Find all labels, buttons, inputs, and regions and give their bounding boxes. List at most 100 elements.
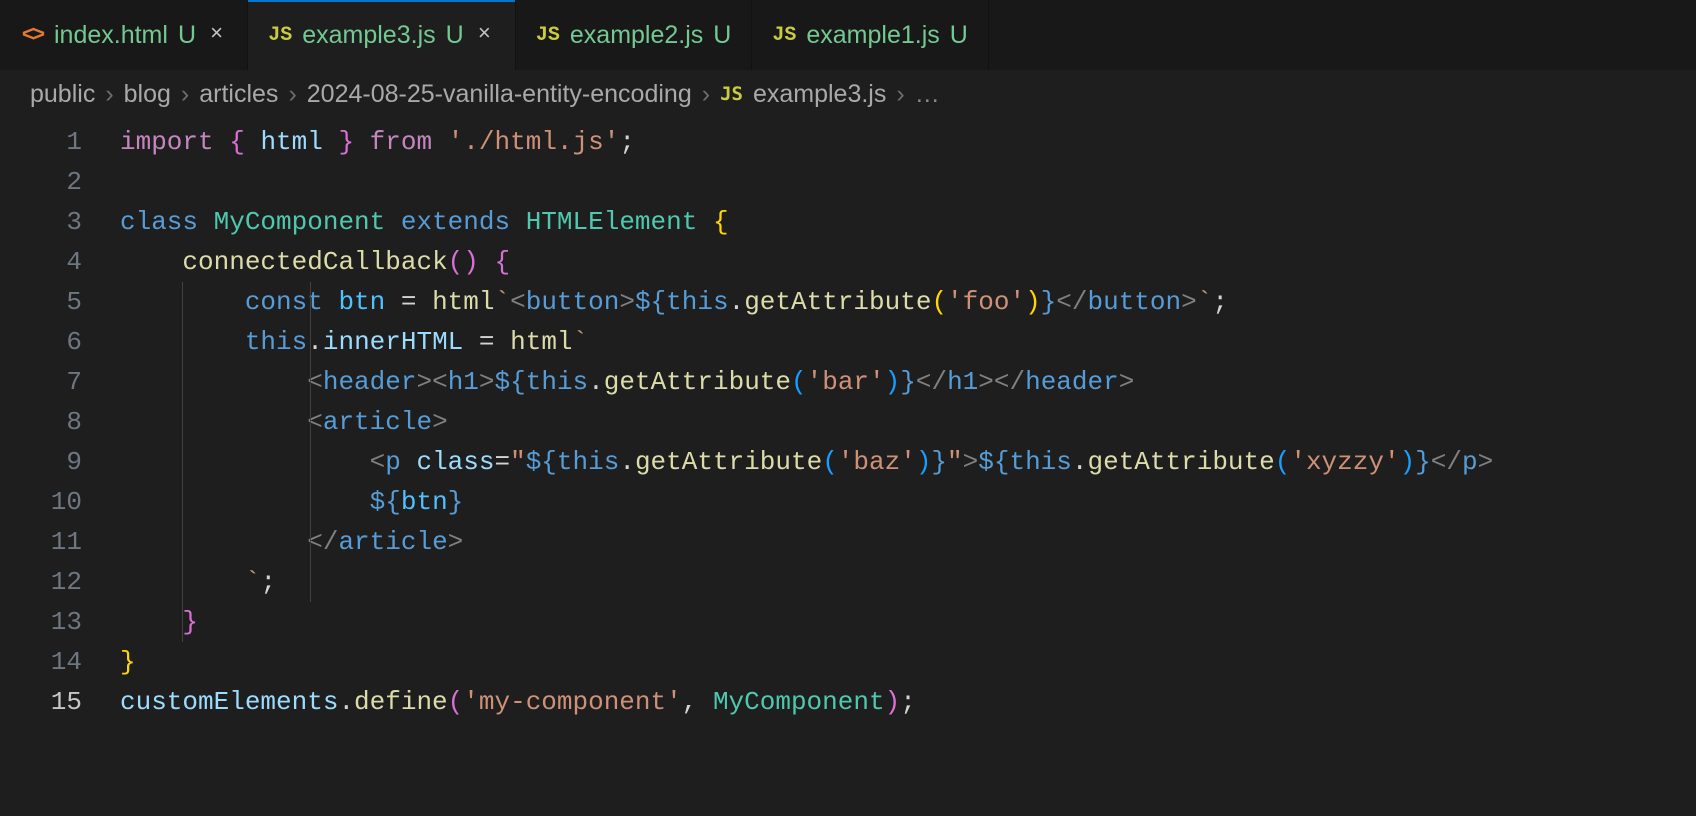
tab-index-html[interactable]: <>index.htmlU× (0, 0, 248, 70)
code-line[interactable]: const btn = html`<button>${this.getAttri… (120, 282, 1696, 322)
tab-example3-js[interactable]: JSexample3.jsU× (248, 0, 516, 70)
code-token: } (1415, 447, 1431, 477)
code-line[interactable]: class MyComponent extends HTMLElement { (120, 202, 1696, 242)
js-file-icon: JS (772, 24, 796, 47)
indent-guide (182, 522, 183, 562)
code-line[interactable]: } (120, 602, 1696, 642)
code-line[interactable]: this.innerHTML = html` (120, 322, 1696, 362)
code-line[interactable] (120, 162, 1696, 202)
tab-example2-js[interactable]: JSexample2.jsU (516, 0, 752, 70)
code-token: this (557, 447, 619, 477)
code-token: button (526, 287, 620, 317)
breadcrumb-segment[interactable]: articles (199, 80, 278, 109)
code-token (120, 487, 370, 517)
indent-guide (310, 402, 311, 442)
breadcrumb-segment[interactable]: public (30, 80, 95, 109)
code-token: ${ (495, 367, 526, 397)
code-token (120, 247, 182, 277)
tab-label: index.html (54, 21, 168, 50)
code-token: . (729, 287, 745, 317)
code-token: 'baz' (838, 447, 916, 477)
code-token: ` (495, 287, 511, 317)
code-token: getAttribute (635, 447, 822, 477)
code-line[interactable]: } (120, 642, 1696, 682)
breadcrumb: public › blog › articles › 2024-08-25-vanilla-… (0, 70, 1696, 118)
breadcrumb-segment[interactable]: blog (124, 80, 171, 109)
code-token: { (229, 127, 260, 157)
code-token (479, 247, 495, 277)
code-token: ) (885, 367, 901, 397)
line-number: 11 (0, 522, 82, 562)
breadcrumb-segment[interactable]: 2024-08-25-vanilla-entity-encoding (307, 80, 692, 109)
code-token: > (448, 527, 464, 557)
tab-example1-js[interactable]: JSexample1.jsU (752, 0, 988, 70)
code-token: () (448, 247, 479, 277)
code-token: html (260, 127, 322, 157)
code-token (120, 447, 370, 477)
code-token: ) (916, 447, 932, 477)
indent-guide (182, 442, 183, 482)
code-token: html (432, 287, 494, 317)
code-token: > (479, 367, 495, 397)
code-token: </ (916, 367, 947, 397)
code-token: header (1025, 367, 1119, 397)
code-token: import (120, 127, 229, 157)
code-line[interactable]: import { html } from './html.js'; (120, 122, 1696, 162)
code-line[interactable]: ${btn} (120, 482, 1696, 522)
code-token: customElements (120, 687, 338, 717)
breadcrumb-more[interactable]: … (915, 80, 940, 109)
indent-guide (182, 282, 183, 322)
close-icon[interactable]: × (474, 22, 495, 48)
code-token: html (510, 327, 572, 357)
code-token (120, 367, 307, 397)
code-token: } (182, 607, 198, 637)
code-token: ${ (370, 487, 401, 517)
indent-guide (182, 362, 183, 402)
code-token (697, 207, 713, 237)
code-token: >< (416, 367, 447, 397)
indent-guide (182, 602, 183, 642)
indent-guide (310, 562, 311, 602)
close-icon[interactable]: × (206, 22, 227, 48)
code-line[interactable]: <article> (120, 402, 1696, 442)
git-status-badge: U (713, 21, 731, 50)
code-editor[interactable]: 123456789101112131415 import { html } fr… (0, 118, 1696, 722)
line-number: 3 (0, 202, 82, 242)
code-token: > (619, 287, 635, 317)
code-line[interactable]: </article> (120, 522, 1696, 562)
breadcrumb-file[interactable]: example3.js (753, 80, 886, 109)
code-token: ( (448, 687, 464, 717)
code-token: getAttribute (744, 287, 931, 317)
code-line[interactable]: connectedCallback() { (120, 242, 1696, 282)
code-token: p (385, 447, 416, 477)
code-content[interactable]: import { html } from './html.js'; class M… (120, 122, 1696, 722)
tab-label: example1.js (806, 21, 939, 50)
indent-guide (182, 322, 183, 362)
code-token: ; (1212, 287, 1228, 317)
chevron-right-icon: › (288, 80, 296, 109)
js-file-icon: JS (536, 24, 560, 47)
code-line[interactable]: customElements.define('my-component', My… (120, 682, 1696, 722)
code-token: " (947, 447, 963, 477)
line-number: 10 (0, 482, 82, 522)
code-token: ; (900, 687, 916, 717)
line-number: 8 (0, 402, 82, 442)
code-token: > (1119, 367, 1135, 397)
code-token: } (448, 487, 464, 517)
indent-guide (310, 442, 311, 482)
code-token: > (963, 447, 979, 477)
line-number: 15 (0, 682, 82, 722)
indent-guide (182, 482, 183, 522)
code-token: extends (385, 207, 525, 237)
code-token: ( (931, 287, 947, 317)
code-token: = (463, 327, 510, 357)
code-token: </ (307, 527, 338, 557)
code-token: 'my-component' (463, 687, 681, 717)
code-line[interactable]: `; (120, 562, 1696, 602)
line-number: 4 (0, 242, 82, 282)
code-line[interactable]: <header><h1>${this.getAttribute('bar')}<… (120, 362, 1696, 402)
chevron-right-icon: › (181, 80, 189, 109)
chevron-right-icon: › (702, 80, 710, 109)
code-line[interactable]: <p class="${this.getAttribute('baz')}">$… (120, 442, 1696, 482)
line-number: 14 (0, 642, 82, 682)
